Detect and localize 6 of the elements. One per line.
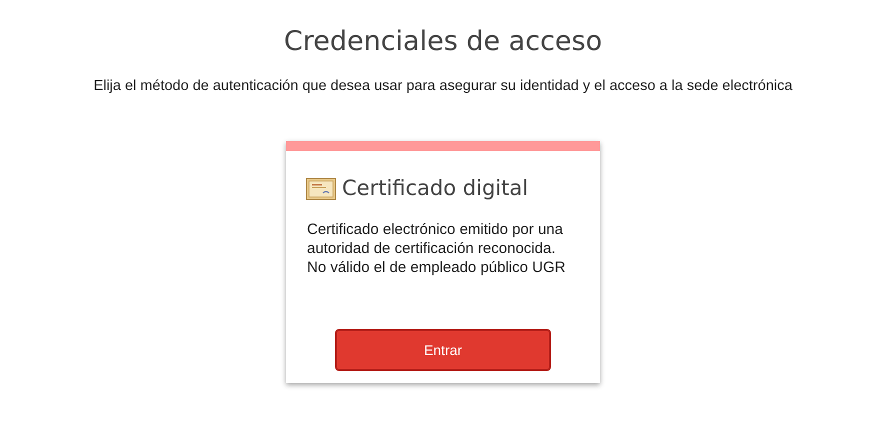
card-title: Certificado digital (342, 174, 528, 202)
card-description: Certificado electrónico emitido por una autoridad de certificación reconocida. No válido el de empleado público UGR (307, 220, 566, 278)
enter-button[interactable]: Entrar (335, 329, 551, 372)
page-title: Credenciales de acceso (284, 25, 602, 59)
certificate-icon (306, 178, 336, 200)
page-subtitle: Elija el método de autenticación que desea usar para asegurar su identidad y el acceso a la sede electrónica (94, 77, 792, 96)
